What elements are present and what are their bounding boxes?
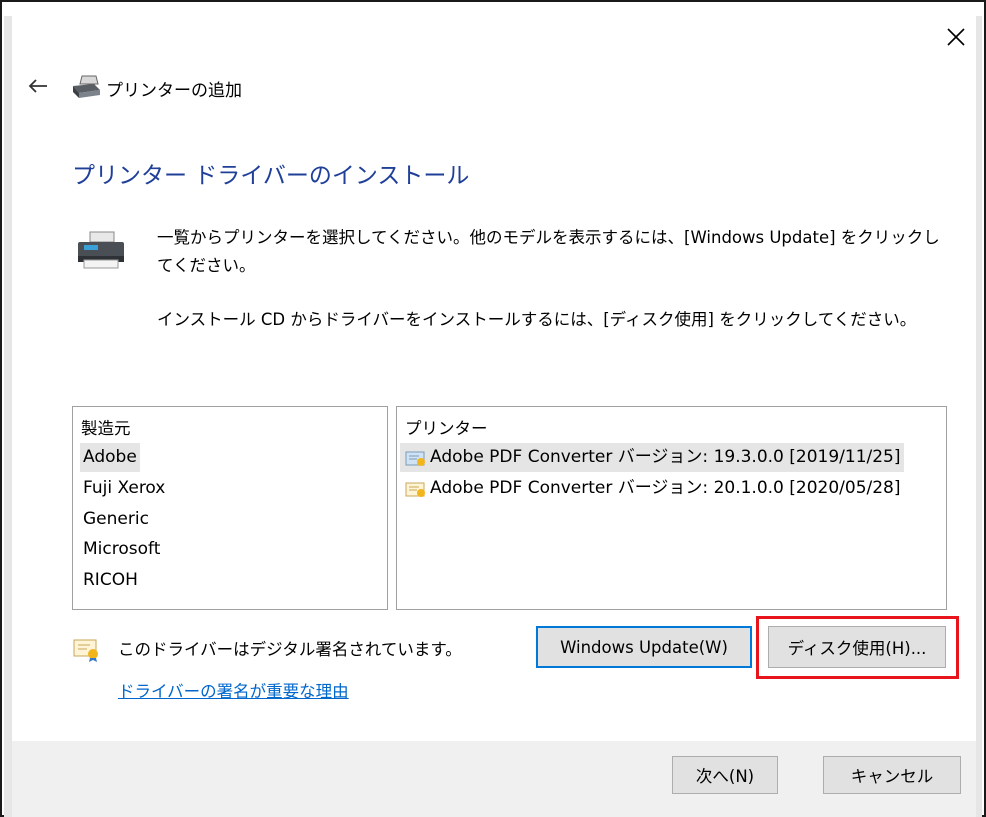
close-icon	[947, 28, 965, 46]
printer-driver-label: Adobe PDF Converter バージョン: 19.3.0.0 [201…	[430, 447, 901, 467]
window-title: プリンターの追加	[106, 81, 242, 101]
description-line: 一覧からプリンターを選択してください。他のモデルを表示するには、[Windows…	[157, 228, 940, 247]
printer-list-header: プリンター	[405, 419, 488, 438]
printer-icon	[78, 231, 124, 269]
printer-driver-item[interactable]: Adobe PDF Converter バージョン: 19.3.0.0 [201…	[400, 443, 904, 472]
add-printer-dialog: プリンターの追加 プリンター ドライバーのインストール 一覧からプリンターを選択…	[12, 4, 976, 817]
background-strip-left	[4, 16, 12, 817]
printer-driver-item[interactable]: Adobe PDF Converter バージョン: 20.1.0.0 [202…	[400, 474, 904, 503]
signed-certificate-icon	[73, 639, 98, 662]
manufacturer-list[interactable]: 製造元 Adobe Fuji Xerox Generic Microsoft R…	[72, 406, 388, 610]
screenshot-frame: プリンターの追加 プリンター ドライバーのインストール 一覧からプリンターを選択…	[0, 0, 986, 817]
next-button[interactable]: 次へ(N)	[672, 756, 778, 794]
manufacturer-item[interactable]: Adobe	[80, 443, 140, 472]
printer-driver-label: Adobe PDF Converter バージョン: 20.1.0.0 [202…	[430, 478, 901, 498]
back-arrow-icon	[28, 79, 47, 93]
page-heading: プリンター ドライバーのインストール	[72, 163, 470, 189]
description-windows-update: 一覧からプリンターを選択してください。他のモデルを表示するには、[Windows…	[157, 224, 957, 280]
manufacturer-item[interactable]: Microsoft	[80, 535, 163, 564]
printer-list[interactable]: プリンター Adobe PDF Converter バージョン: 19.3.0.…	[396, 406, 947, 610]
description-line-cont: てください。	[157, 256, 256, 275]
certificate-icon	[405, 451, 425, 466]
manufacturer-item[interactable]: Fuji Xerox	[80, 474, 168, 503]
close-button[interactable]	[936, 19, 976, 55]
windows-update-button[interactable]: Windows Update(W)	[536, 626, 752, 668]
manufacturer-item[interactable]: Generic	[80, 505, 152, 534]
description-have-disk: インストール CD からドライバーをインストールするには、[ディスク使用] をク…	[157, 310, 917, 329]
certificate-icon	[405, 482, 425, 497]
printer-small-icon	[73, 75, 100, 98]
back-button[interactable]	[22, 70, 54, 102]
cancel-button[interactable]: キャンセル	[823, 756, 961, 794]
signing-importance-link[interactable]: ドライバーの署名が重要な理由	[118, 678, 349, 702]
highlight-box	[756, 616, 959, 679]
manufacturer-item[interactable]: RICOH	[80, 566, 141, 595]
manufacturer-list-header: 製造元	[81, 419, 131, 438]
signature-status-text: このドライバーはデジタル署名されています。	[118, 640, 462, 659]
